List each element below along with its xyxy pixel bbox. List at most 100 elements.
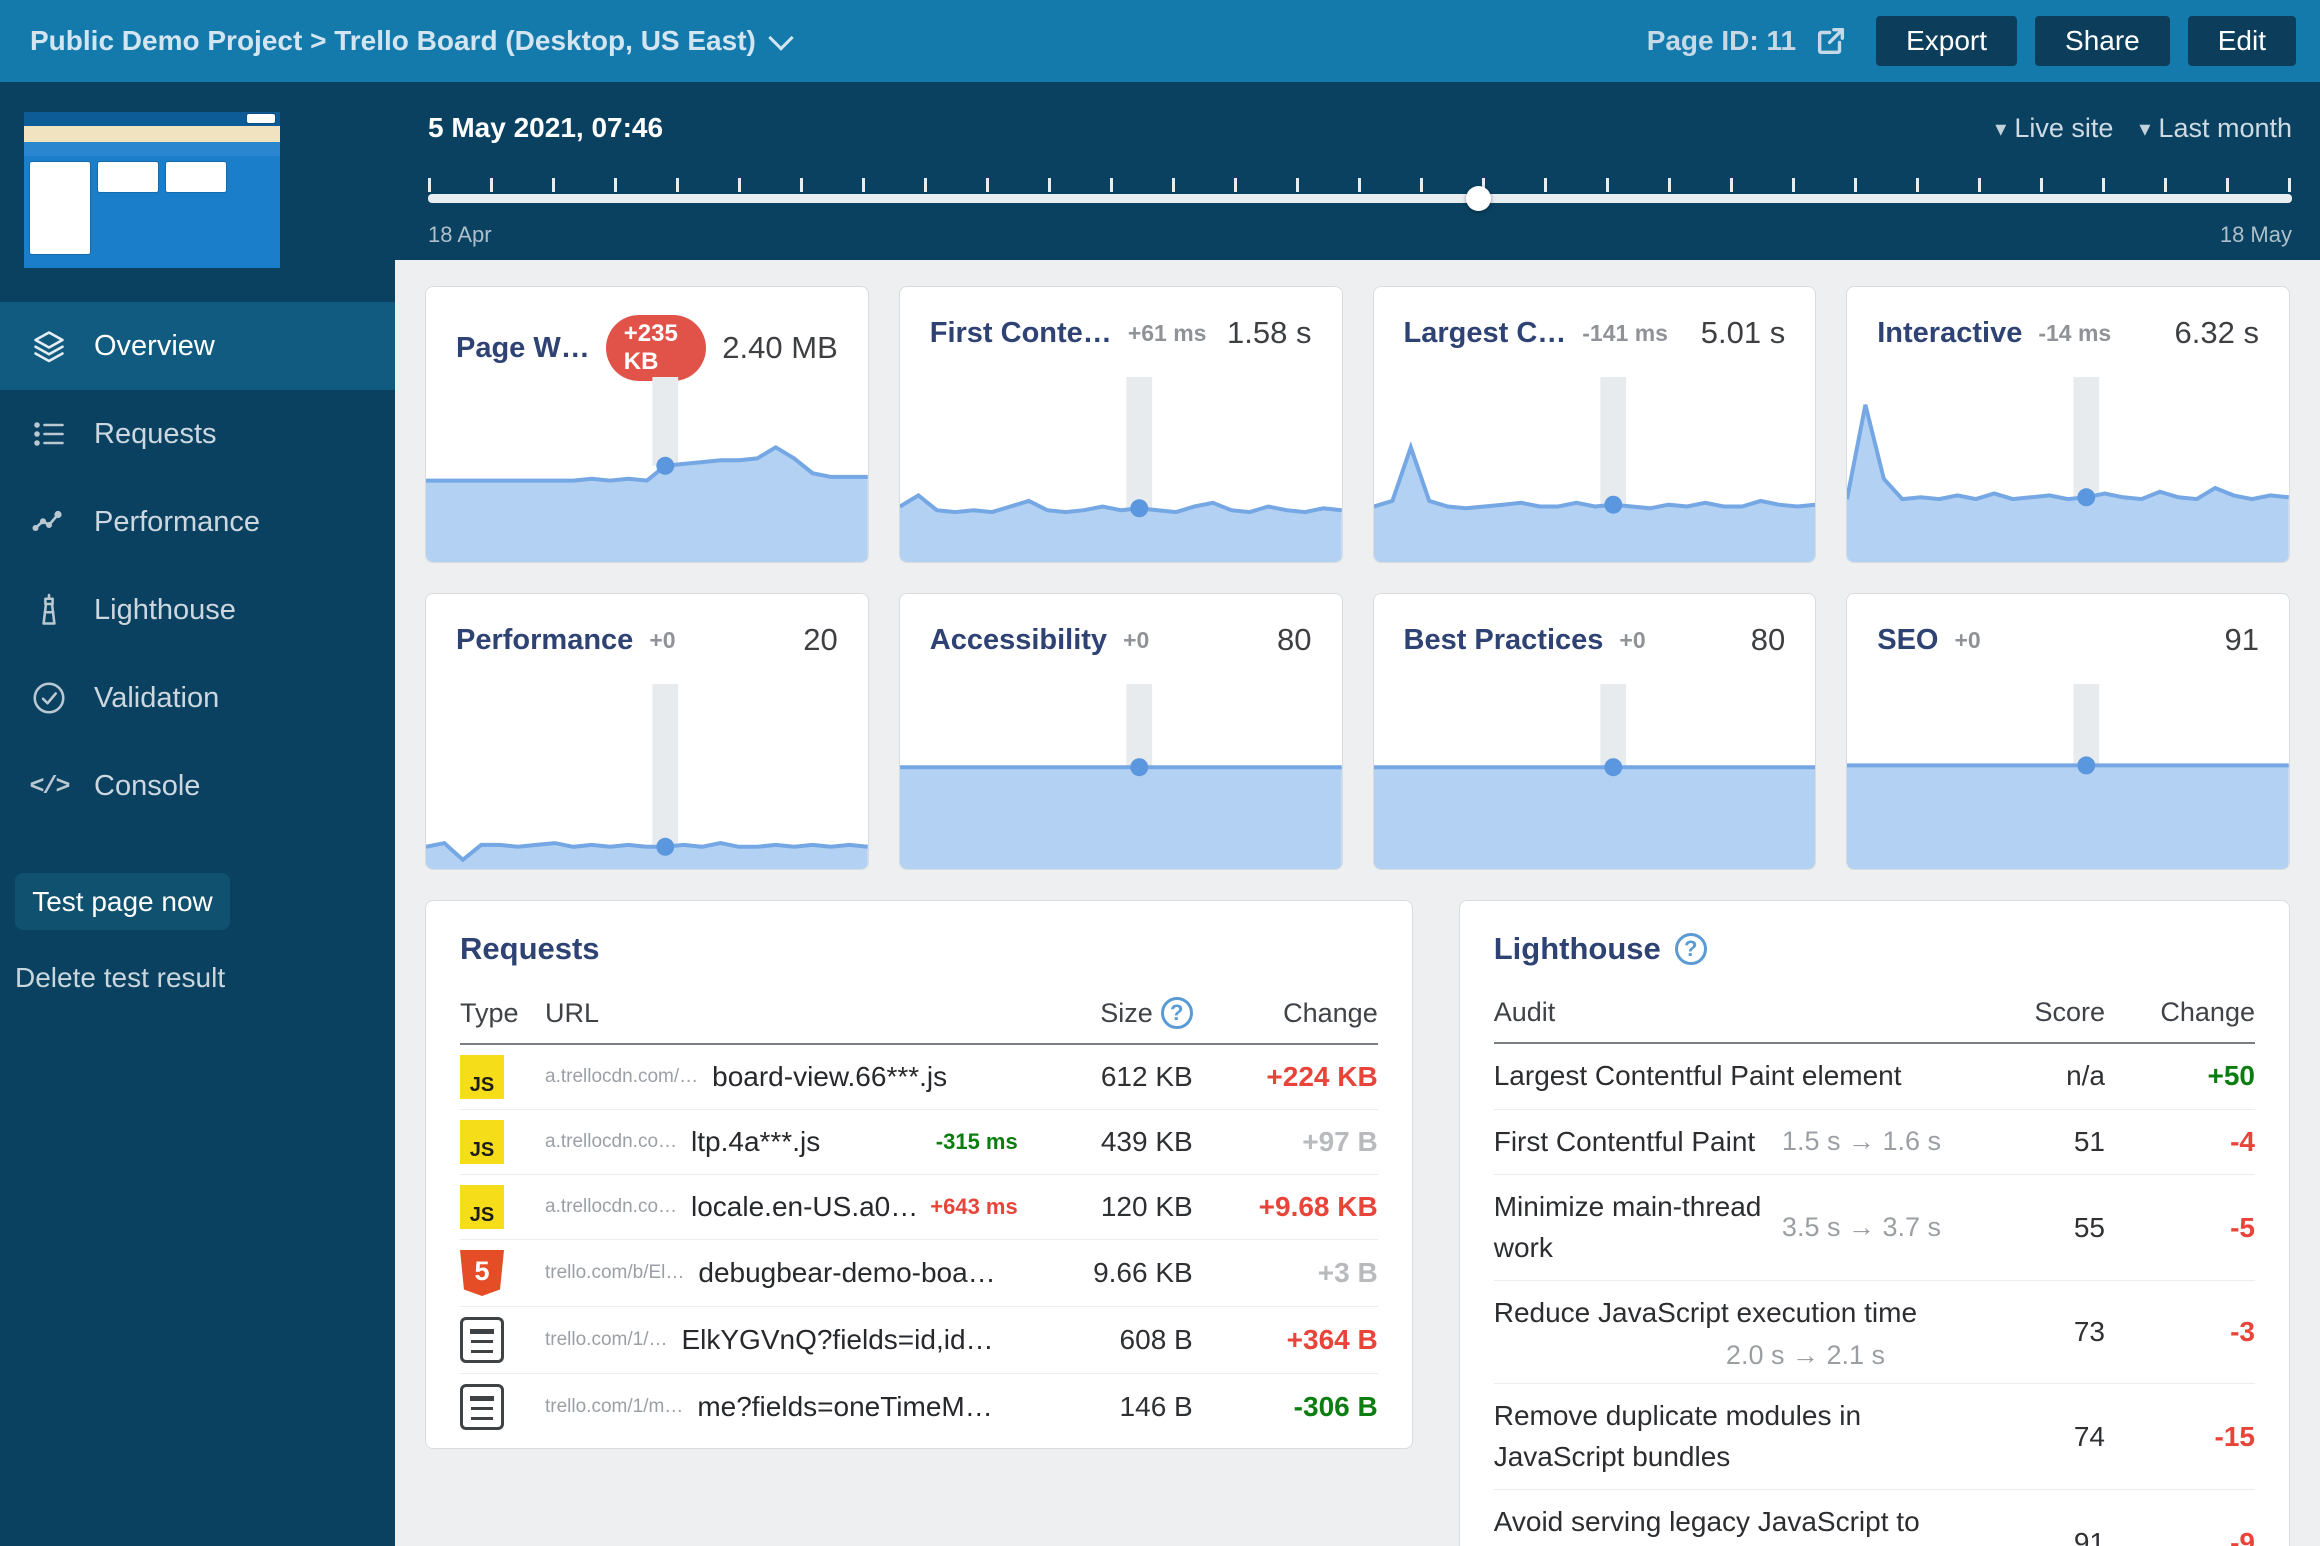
request-change: +3 B: [1193, 1257, 1378, 1289]
requests-table-header: Type URL Size ? Change: [460, 967, 1378, 1045]
audit-score: 51: [1985, 1126, 2105, 1158]
metric-card-best-practices-score[interactable]: Best Practices +0 80: [1373, 593, 1817, 870]
sparkline-chart: [426, 684, 868, 869]
card-title: Accessibility: [930, 624, 1107, 657]
request-row[interactable]: a.trellocdn.com/… board-view.66***.js 61…: [460, 1045, 1378, 1110]
request-row[interactable]: trello.com/b/El… debugbear-demo-boa… 9.6…: [460, 1240, 1378, 1307]
request-row[interactable]: a.trellocdn.co… ltp.4a***.js -315 ms 439…: [460, 1110, 1378, 1175]
request-url: debugbear-demo-boa…: [698, 1257, 995, 1289]
audit-score: n/a: [1985, 1060, 2105, 1092]
metric-card-first-contentful-paint[interactable]: First Conte… +61 ms 1.58 s: [899, 286, 1343, 563]
audit-title: First Contentful Paint: [1494, 1122, 1782, 1163]
requests-panel-title: Requests: [460, 931, 1378, 967]
main-content: Page W… +235 KB 2.40 MB First Conte… +61…: [395, 260, 2320, 1546]
thumbnail-board-header: [24, 142, 280, 156]
delete-test-result-link[interactable]: Delete test result: [15, 962, 225, 994]
audit-row[interactable]: Reduce JavaScript execution time 2.0 s →…: [1494, 1281, 2255, 1384]
request-size: 612 KB: [1048, 1061, 1193, 1093]
audit-row[interactable]: Avoid serving legacy JavaScript to moder…: [1494, 1490, 2255, 1546]
thumbnail-banner: [24, 126, 280, 142]
edit-button[interactable]: Edit: [2188, 16, 2296, 66]
audit-row[interactable]: Remove duplicate modules in JavaScript b…: [1494, 1384, 2255, 1490]
request-row[interactable]: a.trellocdn.co… locale.en-US.a0… +643 ms…: [460, 1175, 1378, 1240]
audit-row[interactable]: Largest Contentful Paint element n/a +50: [1494, 1044, 2255, 1110]
audit-change: +50: [2105, 1060, 2255, 1092]
help-icon[interactable]: ?: [1161, 997, 1193, 1029]
request-size: 146 B: [1048, 1391, 1193, 1423]
audit-score: 55: [1985, 1212, 2105, 1244]
request-timing: +643 ms: [918, 1194, 1047, 1220]
audit-title: Reduce JavaScript execution time: [1494, 1293, 1985, 1334]
page-id-label: Page ID: 11: [1647, 25, 1796, 57]
request-domain: trello.com/b/El…: [545, 1262, 684, 1284]
request-domain: a.trellocdn.co…: [545, 1196, 677, 1218]
request-size: 439 KB: [1048, 1126, 1193, 1158]
change-badge: +235 KB: [606, 315, 707, 381]
sidebar-item-requests[interactable]: Requests: [0, 390, 395, 478]
card-title: Page W…: [456, 332, 590, 365]
card-value: 91: [2225, 622, 2259, 658]
url-column-header: URL: [545, 998, 1048, 1029]
thumbnail-list: [98, 162, 158, 192]
metric-card-performance-score[interactable]: Performance +0 20: [425, 593, 869, 870]
scatter-icon: [30, 503, 68, 541]
sidebar-item-lighthouse[interactable]: Lighthouse: [0, 566, 395, 654]
request-row[interactable]: trello.com/1/m… me?fields=oneTimeM… 146 …: [460, 1374, 1378, 1440]
sidebar-item-overview[interactable]: Overview: [0, 302, 395, 390]
slider-ticks: [428, 178, 2292, 192]
request-row[interactable]: trello.com/1/… ElkYGVnQ?fields=id,id… 60…: [460, 1307, 1378, 1374]
audit-score: 73: [1985, 1316, 2105, 1348]
lighthouse-panel-title: Lighthouse: [1494, 931, 1661, 967]
sparkline-chart: [1374, 684, 1816, 869]
sidebar: Overview Requests Performance Lighthouse: [0, 82, 395, 1546]
sidebar-item-performance[interactable]: Performance: [0, 478, 395, 566]
request-url: locale.en-US.a0…: [691, 1191, 918, 1223]
help-icon[interactable]: ?: [1675, 933, 1707, 965]
caret-down-icon: ▾: [2139, 116, 2150, 142]
metric-card-largest-contentful-paint[interactable]: Largest C… -141 ms 5.01 s: [1373, 286, 1817, 563]
card-change: +61 ms: [1128, 320, 1207, 347]
external-link-icon[interactable]: [1814, 24, 1848, 58]
card-value: 80: [1277, 622, 1311, 658]
metric-card-page-weight[interactable]: Page W… +235 KB 2.40 MB: [425, 286, 869, 563]
audit-column-header: Audit: [1494, 997, 1985, 1028]
slider-track[interactable]: [428, 194, 2292, 203]
slider-knob[interactable]: [1466, 186, 1491, 211]
export-button[interactable]: Export: [1876, 16, 2017, 66]
live-site-dropdown[interactable]: ▾ Live site: [1995, 113, 2113, 144]
request-size: 120 KB: [1048, 1191, 1193, 1223]
metric-card-accessibility-score[interactable]: Accessibility +0 80: [899, 593, 1343, 870]
date-range-dropdown[interactable]: ▾ Last month: [2139, 113, 2292, 144]
list-icon: [30, 415, 68, 453]
metric-card-interactive[interactable]: Interactive -14 ms 6.32 s: [1846, 286, 2290, 563]
thumbnail-button: [247, 114, 275, 123]
audit-row[interactable]: Minimize main-thread work 3.5 s → 3.7 s …: [1494, 1175, 2255, 1281]
audit-row[interactable]: First Contentful Paint 1.5 s → 1.6 s 51 …: [1494, 1110, 2255, 1176]
breadcrumb[interactable]: Public Demo Project > Trello Board (Desk…: [30, 25, 790, 57]
test-page-now-button[interactable]: Test page now: [15, 873, 230, 930]
live-site-label: Live site: [2014, 113, 2113, 144]
type-column-header: Type: [460, 998, 545, 1029]
audit-score: 74: [1985, 1421, 2105, 1453]
request-url: me?fields=oneTimeM…: [697, 1391, 992, 1423]
request-url: board-view.66***.js: [712, 1061, 947, 1093]
javascript-file-icon: [460, 1185, 504, 1229]
request-size: 9.66 KB: [1048, 1257, 1193, 1289]
sidebar-item-label: Overview: [94, 330, 215, 363]
html-file-icon: [460, 1250, 504, 1296]
audit-title: Largest Contentful Paint element: [1494, 1056, 1941, 1097]
card-value: 80: [1751, 622, 1785, 658]
request-change: +9.68 KB: [1193, 1191, 1378, 1223]
card-change: +0: [649, 627, 675, 654]
sidebar-item-validation[interactable]: Validation: [0, 654, 395, 742]
sidebar-item-label: Lighthouse: [94, 594, 236, 627]
check-circle-icon: [30, 679, 68, 717]
caret-down-icon: ▾: [1995, 116, 2006, 142]
sidebar-item-console[interactable]: </> Console: [0, 742, 395, 830]
card-title: Largest C…: [1404, 317, 1567, 350]
card-change: +0: [1123, 627, 1149, 654]
lighthouse-table-header: Audit Score Change: [1494, 967, 2255, 1044]
history-slider[interactable]: [428, 178, 2292, 218]
metric-card-seo-score[interactable]: SEO +0 91: [1846, 593, 2290, 870]
share-button[interactable]: Share: [2035, 16, 2170, 66]
